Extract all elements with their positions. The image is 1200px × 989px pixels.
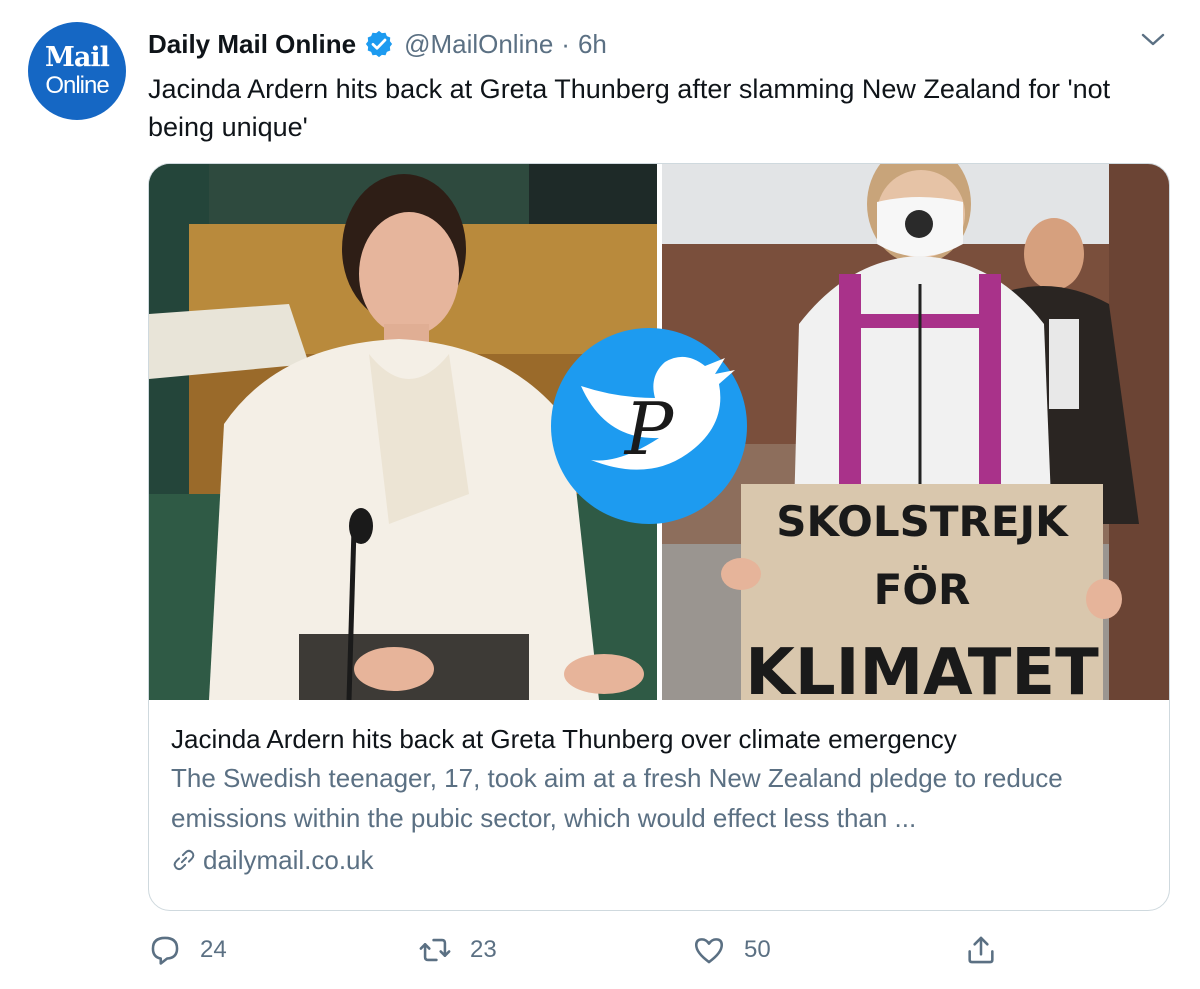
- verified-badge-icon: [365, 30, 393, 58]
- watermark-letter: P: [623, 387, 675, 471]
- sign-line-2: FÖR: [874, 564, 971, 614]
- avatar-logo-line1: Mail: [45, 42, 110, 73]
- like-button[interactable]: 50: [692, 925, 771, 975]
- share-button[interactable]: [964, 925, 1016, 975]
- reply-icon: [151, 936, 179, 965]
- action-bar: 24 23 50: [148, 925, 1048, 975]
- like-count: 50: [744, 936, 771, 963]
- tweet-text: Jacinda Ardern hits back at Greta Thunbe…: [148, 74, 1111, 142]
- reply-button[interactable]: 24: [148, 925, 227, 975]
- link-preview-card[interactable]: SKOLSTREJK FÖR KLIMATET P Jacinda Ardern…: [148, 163, 1170, 911]
- avatar[interactable]: Mail Online: [28, 22, 126, 120]
- share-icon: [968, 936, 994, 964]
- card-domain-text: dailymail.co.uk: [203, 845, 374, 875]
- card-domain: dailymail.co.uk: [171, 842, 1151, 878]
- link-icon: [173, 849, 195, 871]
- chevron-down-icon[interactable]: [1138, 30, 1168, 50]
- retweet-button[interactable]: 23: [418, 925, 497, 975]
- retweet-count: 23: [470, 936, 497, 963]
- card-text-block: Jacinda Ardern hits back at Greta Thunbe…: [171, 720, 1151, 878]
- tweet-header: Daily Mail Online @MailOnline · 6h: [148, 24, 607, 64]
- tweet-timestamp[interactable]: 6h: [578, 29, 607, 60]
- card-title: Jacinda Ardern hits back at Greta Thunbe…: [171, 724, 957, 754]
- twitter-bird-watermark-icon: P: [551, 328, 747, 524]
- avatar-logo-line2: Online: [45, 72, 109, 99]
- reply-count: 24: [200, 936, 227, 963]
- account-handle[interactable]: @MailOnline: [404, 29, 553, 60]
- sign-line-1: SKOLSTREJK: [776, 497, 1069, 546]
- heart-icon: [694, 938, 724, 964]
- card-image[interactable]: SKOLSTREJK FÖR KLIMATET P: [149, 164, 1169, 700]
- account-name[interactable]: Daily Mail Online: [148, 29, 356, 60]
- separator-dot: ·: [561, 28, 570, 59]
- retweet-icon: [419, 938, 451, 962]
- sign-line-3: KLIMATET: [745, 636, 1099, 700]
- card-description: The Swedish teenager, 17, took aim at a …: [171, 763, 1063, 833]
